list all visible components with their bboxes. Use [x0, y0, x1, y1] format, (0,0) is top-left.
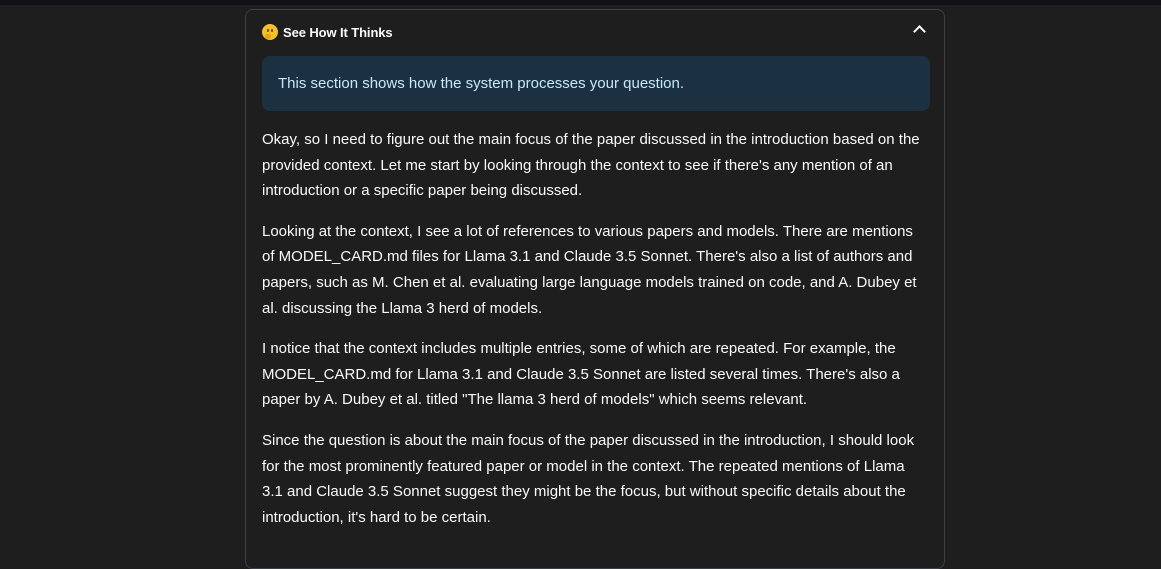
thinking-face-icon — [262, 24, 278, 40]
expander-title-group: See How It Thinks — [262, 24, 393, 40]
info-alert: This section shows how the system proces… — [262, 56, 930, 111]
thinking-expander: See How It Thinks This section shows how… — [245, 9, 945, 569]
paragraph: Okay, so I need to figure out the main f… — [262, 131, 920, 200]
paragraph: Since the question is about the main foc… — [262, 431, 915, 526]
thinking-content: Okay, so I need to figure out the main f… — [262, 127, 922, 545]
paragraph: I notice that the context includes multi… — [262, 340, 900, 409]
info-alert-text: This section shows how the system proces… — [278, 75, 685, 92]
paragraph: Looking at the context, I see a lot of r… — [262, 222, 917, 317]
expander-title: See How It Thinks — [283, 24, 393, 40]
top-bar — [0, 0, 1161, 5]
expander-header[interactable]: See How It Thinks — [246, 10, 944, 56]
chevron-up-icon[interactable] — [913, 25, 926, 38]
